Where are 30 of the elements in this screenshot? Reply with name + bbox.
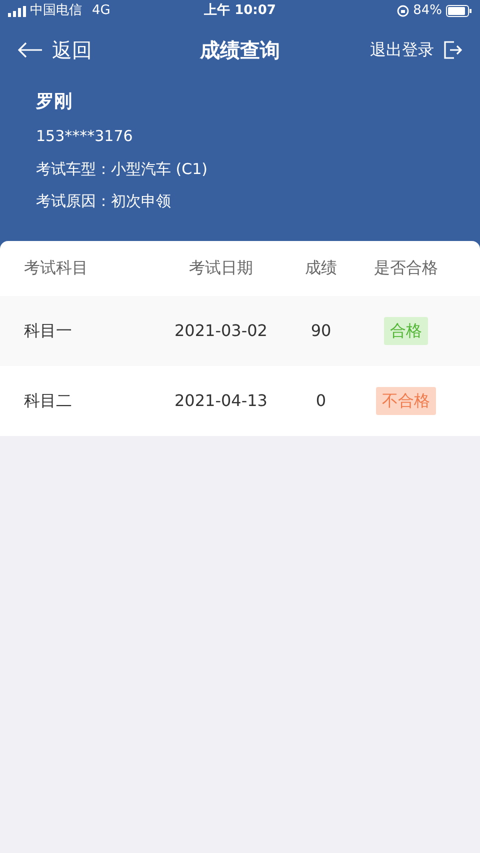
column-header: 考试日期 (189, 258, 253, 277)
table-cell: 科目一 (24, 320, 72, 340)
battery-percent: 84% (413, 2, 442, 20)
table-cell: 90 (310, 320, 332, 340)
clock-time: 上午 10:07 (204, 2, 276, 20)
table-cell: 2021-04-13 (174, 390, 268, 410)
back-button[interactable]: 返回 (18, 35, 92, 65)
column-header: 考试科目 (24, 258, 88, 277)
field-value: 小型汽车 (C1) (111, 158, 208, 180)
page-title: 成绩查询 (200, 37, 280, 64)
carrier-name: 中国电信 (30, 2, 82, 20)
table-cell: 0 (316, 390, 326, 410)
rotation-lock-icon (397, 5, 410, 17)
back-arrow-icon (18, 42, 42, 58)
table-cell: 科目二 (24, 390, 72, 410)
field-label: 考试车型： (36, 158, 111, 180)
user-name: 罗刚 (36, 90, 73, 114)
field-value: 初次申领 (111, 191, 171, 212)
network-type: 4G (92, 2, 110, 20)
result-badge: 不合格 (376, 386, 436, 414)
logout-icon (444, 41, 462, 59)
column-header: 是否合格 (374, 258, 438, 277)
result-badge: 合格 (384, 316, 428, 344)
field-label: 考试原因： (36, 191, 111, 212)
logout-button[interactable]: 退出登录 (370, 38, 462, 62)
battery-icon (446, 5, 472, 17)
column-header: 成绩 (305, 258, 337, 277)
signal-icon (8, 6, 26, 16)
phone-number: 153****3176 (36, 126, 134, 147)
table-cell: 2021-03-02 (174, 320, 268, 340)
